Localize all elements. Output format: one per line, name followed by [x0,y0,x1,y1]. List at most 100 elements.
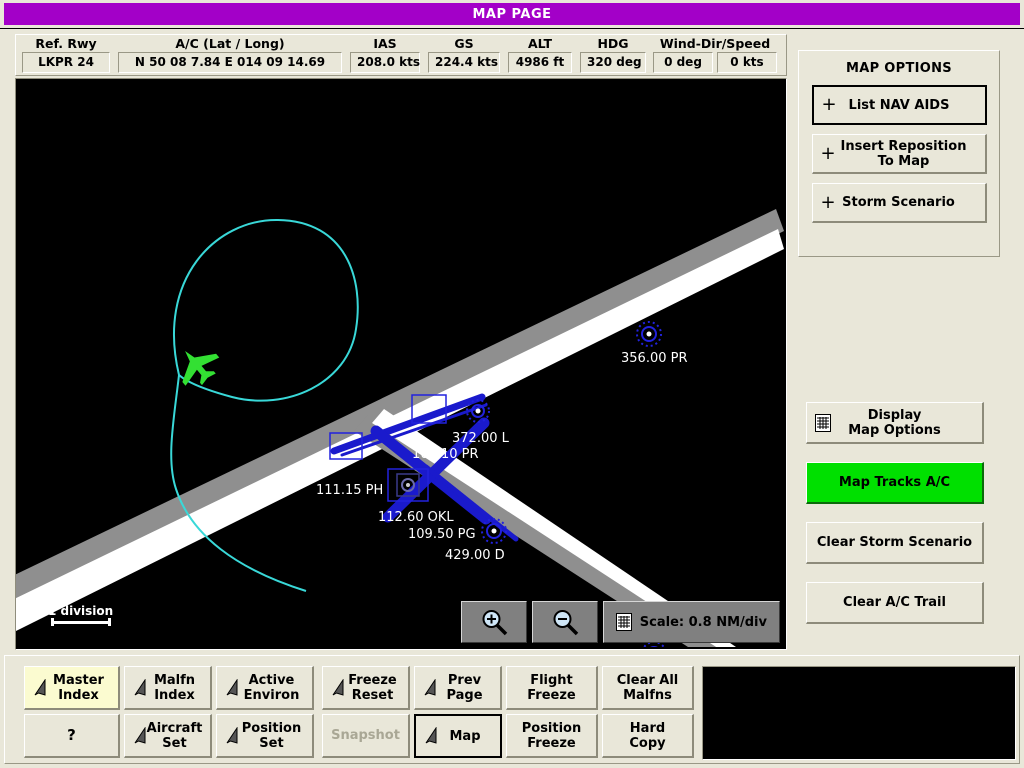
help-label: ? [67,726,76,744]
arrow-icon [134,726,146,744]
position-set-button[interactable]: Position Set [216,714,314,758]
status-value-ref-rwy: LKPR 24 [22,52,110,73]
status-field-alt: ALT 4986 ft [504,36,576,74]
prev-page-label: Prev Page [446,672,483,703]
navaid-label-3: 111.15 PH [316,483,383,498]
flight-freeze-label: Flight Freeze [527,672,576,703]
arrow-icon [424,678,436,696]
status-value-wind-dir: 0 deg [653,52,713,73]
map-tracks-ac-label: Map Tracks A/C [838,475,951,490]
active-environ-button[interactable]: Active Environ [216,666,314,710]
status-label-gs: GS [454,36,474,51]
status-field-latlong: A/C (Lat / Long) N 50 08 7.84 E 014 09 1… [114,36,346,74]
clear-all-malfns-label: Clear All Malfns [616,672,679,703]
status-label-alt: ALT [527,36,553,51]
grid-icon [815,413,831,432]
status-value-hdg: 320 deg [580,52,646,73]
navaid-label-5: 109.50 PG [408,527,476,542]
clear-ac-trail-label: Clear A/C Trail [843,595,946,610]
map-canvas: 356.00 PR 372.00 L 109.10 PR 111.15 PH 1… [16,79,784,647]
map-scale-legend-label: 1 division [48,604,114,618]
map-scale-button-label: Scale: 0.8 NM/div [639,614,767,630]
plus-icon: + [820,191,836,213]
map-options-title: MAP OPTIONS [846,61,952,76]
arrow-icon [425,727,437,744]
malfn-index-label: Malfn Index [153,672,196,703]
clear-storm-scenario-button[interactable]: Clear Storm Scenario [806,522,984,564]
aircraft-set-button[interactable]: Aircraft Set [124,714,212,758]
list-nav-aids-label: List NAV AIDS [848,97,950,113]
navaid-label-0: 356.00 PR [621,351,688,366]
status-label-latlong: A/C (Lat / Long) [175,36,285,51]
display-map-options-label: Display Map Options [848,407,941,438]
storm-scenario-button[interactable]: + Storm Scenario [811,183,987,223]
display-map-options-button[interactable]: Display Map Options [806,402,984,444]
map-options-panel: MAP OPTIONS + List NAV AIDS + Insert Rep… [798,50,1000,257]
help-button[interactable]: ? [24,714,120,758]
status-field-gs: GS 224.4 kts [424,36,504,74]
position-freeze-button[interactable]: Position Freeze [506,714,598,758]
grid-icon [615,613,632,631]
status-field-ias: IAS 208.0 kts [346,36,424,74]
status-field-wind: Wind-Dir/Speed 0 deg 0 kts [650,36,780,74]
navaid-label-1: 372.00 L [452,431,510,446]
magnifier-minus-icon [553,610,579,636]
hard-copy-label: Hard Copy [629,720,666,751]
status-field-ref-rwy: Ref. Rwy LKPR 24 [18,36,114,74]
clear-ac-trail-button[interactable]: Clear A/C Trail [806,582,984,624]
status-label-ref-rwy: Ref. Rwy [35,36,97,51]
window-title-bar: MAP PAGE [4,3,1020,25]
status-value-wind-speed: 0 kts [717,52,777,73]
map-label: Map [449,728,481,744]
master-index-label: Master Index [53,672,104,703]
map-display[interactable]: 356.00 PR 372.00 L 109.10 PR 111.15 PH 1… [15,78,787,650]
arrow-icon [332,678,344,696]
status-value-alt: 4986 ft [508,52,572,73]
status-value-gs: 224.4 kts [428,52,500,73]
prev-page-button[interactable]: Prev Page [414,666,502,710]
status-field-hdg: HDG 320 deg [576,36,650,74]
status-label-hdg: HDG [597,36,629,51]
navaid-label-4: 112.60 OKL [378,510,454,525]
map-tracks-ac-button[interactable]: Map Tracks A/C [806,462,984,504]
page-title: MAP PAGE [472,6,552,22]
status-label-ias: IAS [373,36,397,51]
map-scale-button[interactable]: Scale: 0.8 NM/div [602,601,780,643]
clear-storm-scenario-label: Clear Storm Scenario [816,535,973,550]
arrow-icon [34,678,46,696]
zoom-out-button[interactable] [531,601,598,643]
message-area [702,666,1016,760]
clear-all-malfns-button[interactable]: Clear All Malfns [602,666,694,710]
malfn-index-button[interactable]: Malfn Index [124,666,212,710]
status-label-wind: Wind-Dir/Speed [659,36,771,51]
navaid-label-2: 109.10 PR [412,447,479,462]
bottom-toolbar: Master Index Malfn Index Active Environ Fre… [4,655,1020,764]
plus-icon: + [821,94,837,115]
insert-reposition-to-map-button[interactable]: + Insert Reposition To Map [811,134,987,174]
insert-reposition-label: Insert Reposition To Map [840,138,967,169]
map-action-buttons: Display Map Options Map Tracks A/C Clear … [806,402,991,642]
arrow-icon [134,678,146,696]
freeze-reset-button[interactable]: Freeze Reset [322,666,410,710]
plus-icon: + [820,142,836,164]
flight-status-bar: Ref. Rwy LKPR 24 A/C (Lat / Long) N 50 0… [15,34,787,76]
storm-scenario-label: Storm Scenario [842,195,955,210]
status-value-ias: 208.0 kts [350,52,420,73]
snapshot-button: Snapshot [322,714,410,758]
snapshot-label: Snapshot [331,728,400,743]
active-environ-label: Active Environ [243,672,300,703]
navaid-label-6: 429.00 D [445,548,505,563]
magnifier-plus-icon [482,610,508,636]
hard-copy-button[interactable]: Hard Copy [602,714,694,758]
list-nav-aids-button[interactable]: + List NAV AIDS [811,85,987,125]
map-button[interactable]: Map [414,714,502,758]
master-index-button[interactable]: Master Index [24,666,120,710]
map-zoom-toolbar[interactable]: Scale: 0.8 NM/div [460,601,780,643]
arrow-icon [226,726,238,744]
zoom-in-button[interactable] [460,601,527,643]
position-freeze-label: Position Freeze [521,720,582,751]
arrow-icon [226,678,238,696]
status-value-latlong: N 50 08 7.84 E 014 09 14.69 [118,52,342,73]
flight-freeze-button[interactable]: Flight Freeze [506,666,598,710]
map-scale-legend: 1 division [48,604,114,626]
